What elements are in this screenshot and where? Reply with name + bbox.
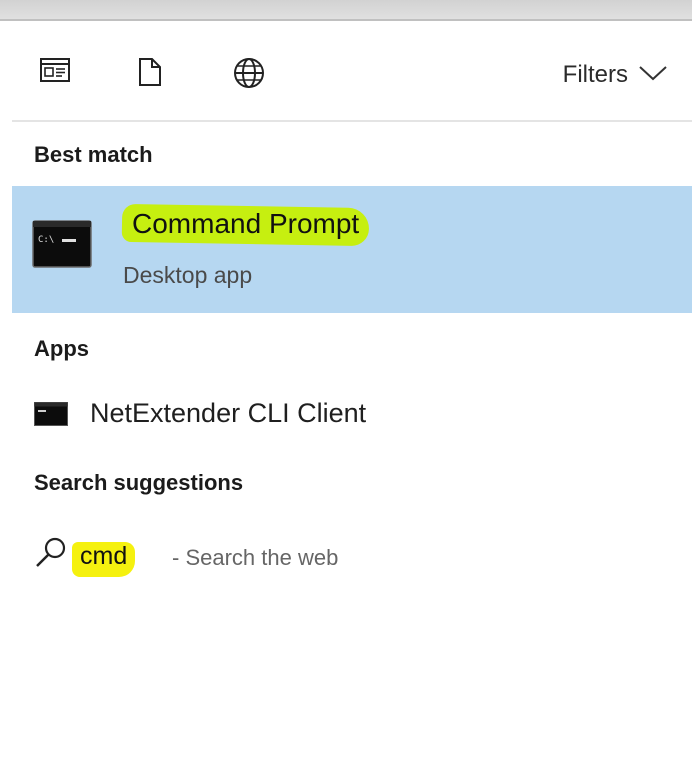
chevron-down-icon [638,61,668,89]
best-match-result[interactable]: C:\ Command Prompt Desktop app [12,186,692,313]
toolbar-divider [12,120,692,122]
globe-icon[interactable] [233,57,265,94]
terminal-app-icon [34,402,68,431]
result-subtitle: Desktop app [123,262,253,288]
section-best-match: Best match [34,142,153,167]
filters-dropdown[interactable]: Filters [563,61,668,89]
search-toolbar: Filters [0,21,692,121]
command-prompt-icon: C:\ [32,220,92,273]
suggestion-suffix: - Search the web [172,545,339,570]
section-apps: Apps [34,336,89,361]
svg-text:C:\: C:\ [38,235,54,245]
search-suggestion[interactable]: cmd - Search the web [12,524,692,586]
command-prompt-highlight: Command Prompt [121,203,370,247]
apps-icon[interactable] [40,57,70,88]
app-label: NetExtender CLI Client [90,398,367,428]
search-icon [34,536,68,575]
result-title: Command Prompt [132,208,360,240]
app-result[interactable]: NetExtender CLI Client [12,386,692,442]
suggestion-query: cmd [72,542,136,577]
window-top-strip [0,0,692,21]
document-icon[interactable] [138,57,162,92]
filters-label: Filters [562,61,628,88]
section-search-suggestions: Search suggestions [34,470,244,495]
